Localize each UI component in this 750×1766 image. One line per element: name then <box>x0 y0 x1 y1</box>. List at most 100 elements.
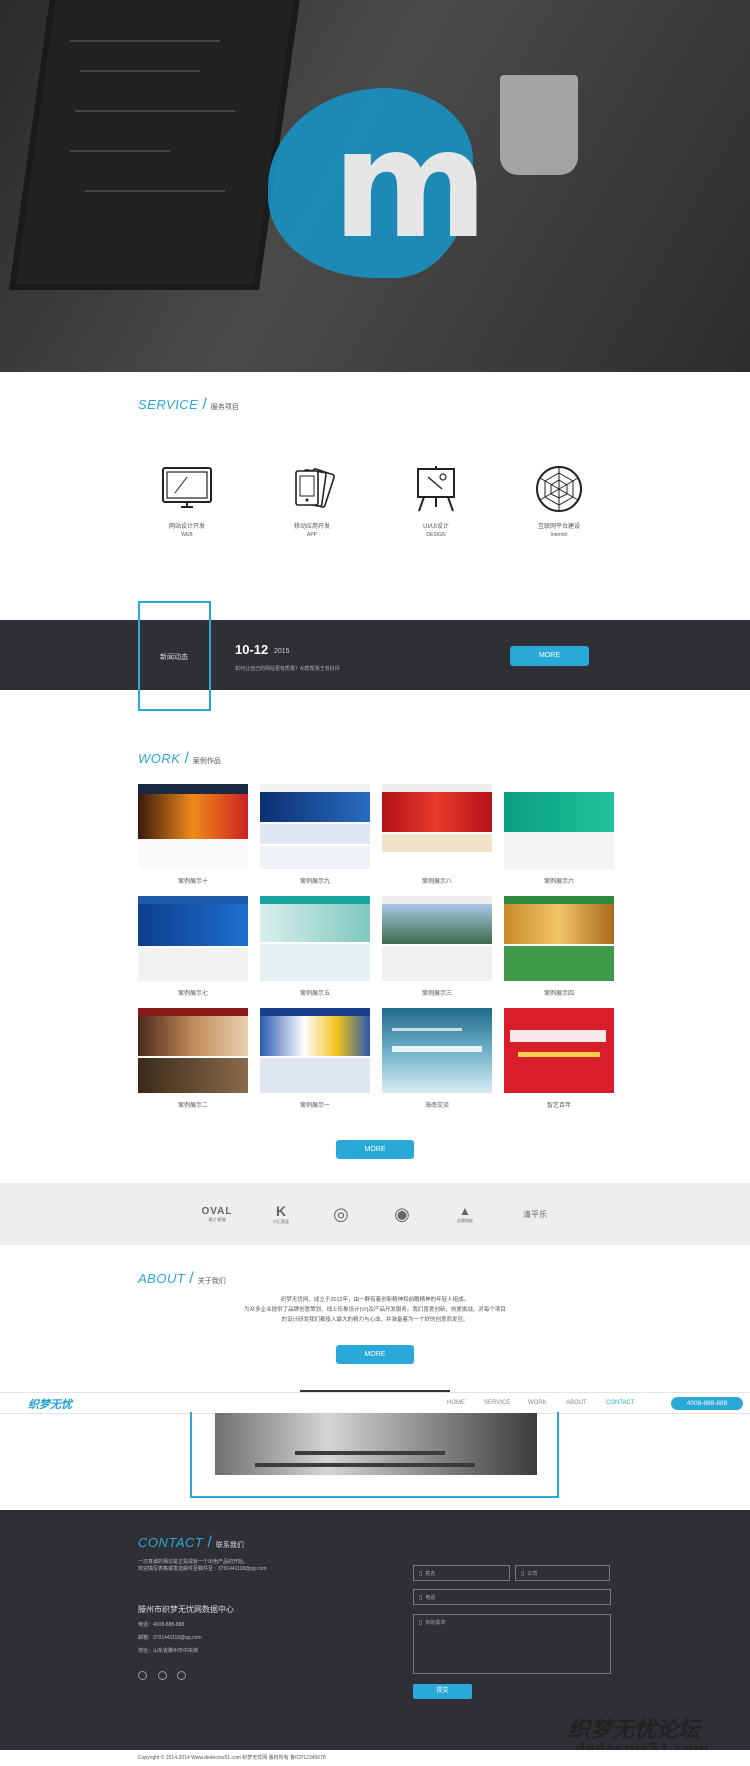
nav-bar <box>0 1392 750 1414</box>
work-section-title: WORK / 案例作品 <box>138 750 221 768</box>
title-slash: / <box>202 396 207 413</box>
work-caption: 案例展示五 <box>299 991 330 997</box>
service-title-cn: 服务项目 <box>210 404 239 411</box>
about-title-en: ABOUT <box>138 1271 186 1286</box>
contact-email: 邮箱：3791441118@qq.com <box>138 1635 202 1641</box>
nav-item-contact[interactable]: CONTACT <box>606 1400 635 1406</box>
service-label-en: DESIGN <box>426 532 446 538</box>
about-line: 为众多企业提供了品牌创意策划、线上形象设计(VI)及产品开发服务。我们喜爱创新，… <box>244 1307 506 1313</box>
partner-sub: 珠江·欧瑞 <box>208 1216 226 1222</box>
partner-logo[interactable]: ◉ <box>389 1200 415 1228</box>
news-more-button[interactable]: MORE <box>510 646 589 666</box>
nav-item-about[interactable]: ABOUT <box>566 1400 587 1406</box>
work-item[interactable]: 案例展示六 <box>504 784 614 885</box>
partner-logo[interactable]: ◎ <box>328 1200 354 1228</box>
contact-phone: 电话：4008-888-888 <box>138 1622 185 1628</box>
work-item[interactable]: 海南交流 <box>382 1008 492 1109</box>
name-field-placeholder: 姓名 <box>425 1570 436 1577</box>
about-line: 的设计研发我们都投入最大的精力与心血，并准备着为一个好的创意而发狂。 <box>281 1317 469 1323</box>
submit-button[interactable]: 提交 <box>413 1684 472 1699</box>
work-title-en: WORK <box>138 751 181 766</box>
work-thumbnail[interactable] <box>382 1008 492 1093</box>
title-slash: / <box>184 750 189 767</box>
work-item[interactable]: 案例展示十 <box>138 784 248 885</box>
web-icon <box>536 466 582 512</box>
name-field[interactable]: ▯ 姓名 <box>413 1565 510 1581</box>
company-field-placeholder: 公司 <box>527 1570 538 1577</box>
work-thumbnail[interactable] <box>382 784 492 869</box>
service-section-title: SERVICE / 服务项目 <box>138 396 239 414</box>
service-item-design[interactable]: UI/UI设计 DESIGN <box>381 465 491 538</box>
work-caption: 案例展示八 <box>421 879 452 885</box>
social-wechat-icon[interactable] <box>158 1671 167 1680</box>
service-item-app[interactable]: 移动应用开发 APP <box>257 465 367 538</box>
work-thumbnail[interactable] <box>260 1008 370 1093</box>
work-item[interactable]: 案例展示二 <box>138 1008 248 1109</box>
work-caption: 智艺百年 <box>546 1103 571 1109</box>
service-title-en: SERVICE <box>138 397 199 412</box>
work-caption: 案例展示一 <box>299 1103 330 1109</box>
code-line <box>70 40 220 42</box>
work-thumbnail[interactable] <box>260 896 370 981</box>
contact-intro: 一次真诚的相识是正是成就一个出色产品的开始。 <box>138 1559 249 1565</box>
partner-logo[interactable]: 清平乐 <box>510 1200 560 1228</box>
office-desk <box>295 1451 445 1455</box>
partner-name: ◎ <box>333 1203 349 1224</box>
work-thumbnail[interactable] <box>138 784 248 869</box>
hero-logo-letter: m <box>332 98 488 272</box>
about-description: 织梦无忧网，成立于2012年，由一群有着创新精神和前瞻精神的年轻人组成。 为众多… <box>230 1295 520 1325</box>
work-item[interactable]: 案例展示三 <box>382 896 492 997</box>
partner-sub: 兴汇家居 <box>273 1219 289 1224</box>
work-thumbnail[interactable] <box>382 896 492 981</box>
work-item[interactable]: 案例展示八 <box>382 784 492 885</box>
nav-item-home[interactable]: HOME <box>447 1400 465 1406</box>
partner-logo[interactable]: K 兴汇家居 <box>268 1200 294 1228</box>
work-title-cn: 案例作品 <box>192 758 221 765</box>
social-weibo-icon[interactable] <box>138 1671 147 1680</box>
work-item[interactable]: 案例展示五 <box>260 896 370 997</box>
partner-logo[interactable]: OVAL 珠江·欧瑞 <box>192 1200 242 1228</box>
news-headline[interactable]: 如何让自己的网站更有质量？AI帮帮我王有好评 <box>235 665 340 672</box>
work-caption: 案例展示三 <box>421 991 452 997</box>
partner-name: K <box>275 1203 287 1219</box>
work-thumbnail[interactable] <box>504 784 614 869</box>
partner-logo[interactable]: ▲ 凯奥地板 <box>450 1200 480 1228</box>
nav-item-work[interactable]: WORK <box>528 1400 547 1406</box>
service-label-cn: UI/UI设计 <box>423 524 449 530</box>
title-slash: / <box>207 1534 212 1551</box>
work-thumbnail[interactable] <box>138 896 248 981</box>
phone-field[interactable]: ▯ 电话 <box>413 1589 611 1605</box>
user-icon: ▯ <box>419 1570 423 1577</box>
service-label-en: Internet <box>550 532 568 538</box>
work-thumbnail[interactable] <box>504 896 614 981</box>
work-thumbnail[interactable] <box>260 784 370 869</box>
partner-sub: 凯奥地板 <box>457 1218 473 1223</box>
work-item[interactable]: 智艺百年 <box>504 1008 614 1109</box>
work-more-button[interactable]: MORE <box>336 1140 414 1159</box>
nav-phone-badge[interactable]: 4008-888-888 <box>671 1397 743 1410</box>
news-year: 2015 <box>274 648 290 655</box>
work-caption: 案例展示九 <box>299 879 330 885</box>
brand-logo[interactable]: 织梦无忧 <box>28 1396 72 1412</box>
message-textarea[interactable]: ▯ 你的需求 <box>413 1614 611 1674</box>
phone-field-placeholder: 电话 <box>425 1594 436 1601</box>
service-item-web[interactable]: 网站设计开发 WEB <box>132 465 242 538</box>
work-item[interactable]: 案例展示一 <box>260 1008 370 1109</box>
social-qq-icon[interactable] <box>177 1671 186 1680</box>
work-item[interactable]: 案例展示四 <box>504 896 614 997</box>
nav-item-service[interactable]: SERVICE <box>484 1400 510 1406</box>
work-thumbnail[interactable] <box>138 1008 248 1093</box>
office-desk <box>255 1463 475 1467</box>
easel-icon <box>417 466 455 512</box>
work-item[interactable]: 案例展示七 <box>138 896 248 997</box>
building-icon: ▯ <box>521 1570 525 1577</box>
code-line <box>75 110 235 112</box>
about-more-button[interactable]: MORE <box>336 1345 414 1364</box>
service-item-internet[interactable]: 互联网平台建设 Internet <box>504 465 614 538</box>
about-section-title: ABOUT / 关于我们 <box>138 1270 226 1288</box>
work-thumbnail[interactable] <box>504 1008 614 1093</box>
pencil-icon: ▯ <box>419 1620 423 1626</box>
company-field[interactable]: ▯ 公司 <box>515 1565 610 1581</box>
work-caption: 海南交流 <box>424 1103 449 1109</box>
work-item[interactable]: 案例展示九 <box>260 784 370 885</box>
